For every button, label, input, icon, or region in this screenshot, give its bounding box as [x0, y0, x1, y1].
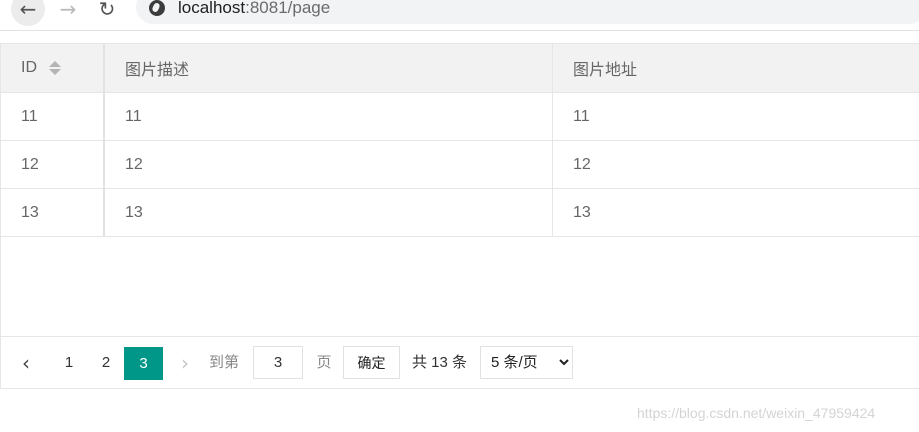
page-link-2[interactable]: 2: [91, 347, 121, 379]
prev-page-chevron-icon[interactable]: ‹: [14, 347, 38, 379]
pagination: ‹ 1 2 3 › 到第 页 确定 共 13 条 5 条/页: [0, 336, 919, 389]
globe-icon: [149, 0, 165, 16]
column-header-label: 图片描述: [125, 62, 190, 79]
cell-url: 13: [552, 188, 919, 237]
sort-icon[interactable]: [49, 60, 61, 76]
browser-toolbar: ← → ↻ localhost:8081/page: [0, 0, 919, 31]
page-size-select[interactable]: 5 条/页: [480, 346, 573, 379]
confirm-button[interactable]: 确定: [343, 346, 400, 379]
url-text[interactable]: localhost:8081/page: [178, 0, 330, 18]
table-row[interactable]: 11 11 11: [1, 92, 919, 141]
cell-description: 12: [104, 140, 553, 189]
table-row[interactable]: 12 12 12: [1, 140, 919, 189]
total-count: 共 13 条: [412, 354, 468, 371]
reload-icon[interactable]: ↻: [90, 0, 124, 26]
table-header-row: ID 图片描述 图片地址: [1, 44, 919, 93]
column-header-label: 图片地址: [573, 62, 638, 79]
table-row[interactable]: 13 13 13: [1, 188, 919, 237]
page-link-1[interactable]: 1: [54, 347, 84, 379]
cell-description: 11: [104, 92, 553, 141]
cell-id: 13: [1, 188, 105, 237]
column-header-label: ID: [21, 59, 37, 76]
cell-url: 11: [552, 92, 919, 141]
column-header-description: 图片描述: [104, 44, 553, 93]
url-host: localhost: [178, 0, 246, 17]
cell-id: 11: [1, 92, 105, 141]
back-arrow-icon[interactable]: ←: [11, 0, 45, 26]
cell-id: 12: [1, 140, 105, 189]
column-header-url: 图片地址: [552, 44, 919, 93]
goto-label: 到第: [209, 354, 240, 371]
cell-url: 12: [552, 140, 919, 189]
next-page-chevron-icon[interactable]: ›: [173, 347, 197, 379]
cell-description: 13: [104, 188, 553, 237]
goto-page-input[interactable]: [253, 346, 303, 379]
watermark: https://blog.csdn.net/weixin_47959424: [637, 405, 876, 421]
column-header-id[interactable]: ID: [1, 44, 105, 93]
page-unit-label: 页: [316, 354, 332, 371]
address-bar[interactable]: localhost:8081/page: [136, 0, 919, 24]
page-link-current[interactable]: 3: [124, 347, 163, 380]
forward-arrow-icon[interactable]: →: [51, 0, 85, 26]
data-table: ID 图片描述 图片地址 11 11 11 12 12 12 13 13 13: [1, 44, 919, 237]
url-path: :8081/page: [245, 0, 331, 17]
